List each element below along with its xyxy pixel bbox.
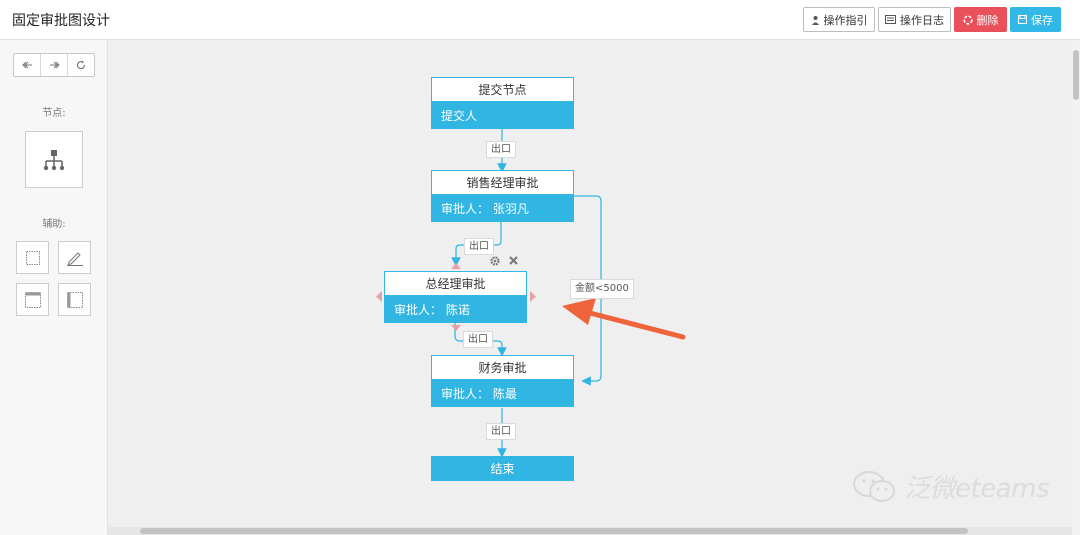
org-chart-icon — [43, 149, 65, 170]
undo-button[interactable] — [14, 54, 41, 76]
tool-sidebar: 节点: 辅助: — [0, 40, 108, 535]
save-button-label: 保存 — [1031, 13, 1053, 27]
rectangle-tool-button[interactable] — [16, 241, 49, 274]
exit-label[interactable]: 出口 — [486, 423, 516, 440]
exit-label[interactable]: 出口 — [486, 141, 516, 158]
refresh-icon — [76, 60, 86, 70]
node-title: 提交节点 — [431, 77, 574, 102]
exit-label[interactable]: 出口 — [463, 331, 493, 348]
wechat-logo-icon — [853, 470, 895, 502]
log-button[interactable]: 操作日志 — [878, 7, 951, 32]
delete-button-label: 删除 — [976, 13, 999, 27]
pencil-icon — [66, 251, 83, 266]
flow-node-general-manager[interactable]: 总经理审批 审批人： 陈诺 — [384, 271, 527, 323]
node-title: 总经理审批 — [384, 271, 527, 296]
history-toolbar — [13, 53, 95, 77]
exit-label[interactable]: 出口 — [464, 238, 494, 255]
node-tool-button[interactable] — [25, 131, 83, 188]
page-title: 固定审批图设计 — [12, 13, 110, 29]
dashed-rectangle-icon — [25, 250, 40, 265]
log-list-icon — [885, 15, 896, 24]
horizontal-scroll-thumb[interactable] — [140, 528, 968, 534]
node-body: 审批人： 陈诺 — [384, 296, 527, 323]
watermark-text: 泛微eteams — [904, 474, 1050, 504]
flow-node-finance[interactable]: 财务审批 审批人： 陈最 — [431, 355, 574, 407]
node-close-icon[interactable] — [508, 255, 519, 268]
node-title: 财务审批 — [431, 355, 574, 380]
vertical-lane-tool-button[interactable] — [58, 283, 91, 316]
node-title: 销售经理审批 — [431, 170, 574, 195]
save-button[interactable]: 保存 — [1010, 7, 1061, 32]
node-body: 提交人 — [431, 102, 574, 129]
assist-label: 辅助: — [42, 219, 66, 230]
condition-label[interactable]: 金额<5000 — [570, 279, 634, 299]
header-bar: 固定审批图设计 操作指引 操作日志 删除 保存 — [0, 0, 1080, 40]
redo-icon — [49, 61, 60, 69]
node-settings-icon[interactable] — [489, 255, 501, 269]
horizontal-lane-icon — [24, 291, 41, 308]
save-disk-icon — [1018, 15, 1027, 24]
refresh-button[interactable] — [68, 54, 94, 76]
delete-button[interactable]: 删除 — [954, 7, 1007, 32]
horizontal-lane-tool-button[interactable] — [16, 283, 49, 316]
redo-button[interactable] — [41, 54, 68, 76]
pencil-tool-button[interactable] — [58, 241, 91, 274]
flow-node-submit[interactable]: 提交节点 提交人 — [431, 77, 574, 129]
guide-button[interactable]: 操作指引 — [803, 7, 875, 32]
nodes-label: 节点: — [42, 108, 66, 119]
log-button-label: 操作日志 — [900, 13, 944, 27]
vertical-scroll-thumb[interactable] — [1073, 50, 1079, 100]
undo-icon — [21, 61, 32, 69]
guide-button-label: 操作指引 — [823, 13, 868, 27]
person-icon — [811, 15, 819, 25]
flow-node-end[interactable]: 结束 — [431, 456, 574, 481]
watermark: 泛微eteams — [852, 468, 1050, 505]
vertical-scrollbar[interactable] — [1072, 40, 1080, 535]
vertical-lane-icon — [66, 291, 83, 308]
delete-ring-icon — [962, 14, 973, 25]
flow-node-sales-manager[interactable]: 销售经理审批 审批人： 张羽凡 — [431, 170, 574, 222]
node-body: 审批人： 陈最 — [431, 380, 574, 407]
node-body: 审批人： 张羽凡 — [431, 195, 574, 222]
